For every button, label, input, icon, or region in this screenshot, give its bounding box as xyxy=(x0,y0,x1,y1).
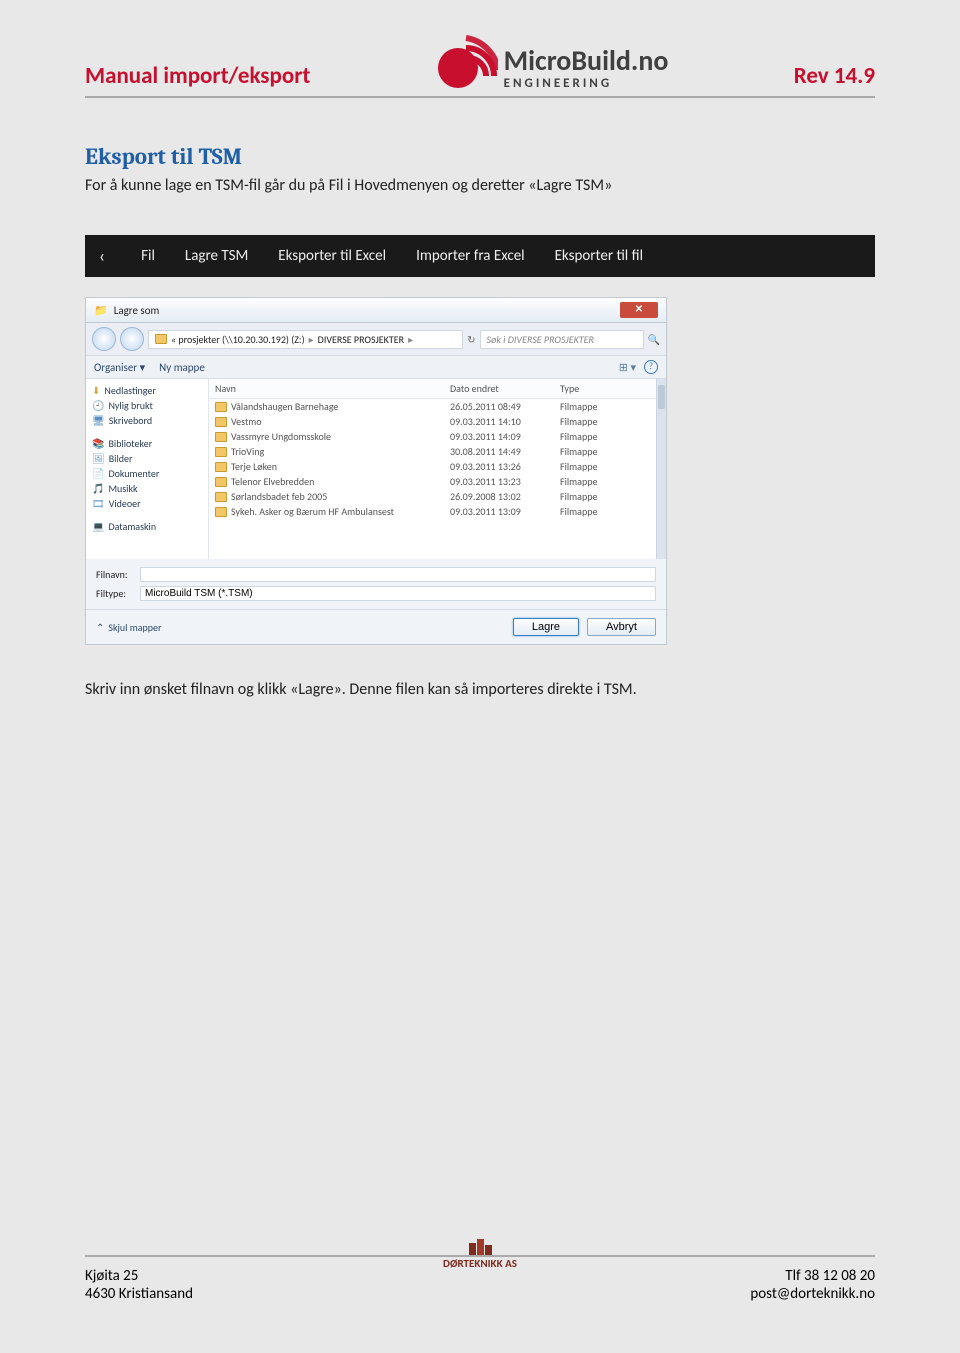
sidebar-item[interactable]: 💻Datamaskin xyxy=(92,519,202,534)
sidebar-item[interactable]: 🕘Nylig brukt xyxy=(92,398,202,413)
table-row[interactable]: Terje Løken09.03.2011 13:26Filmappe xyxy=(209,459,656,474)
footer-logo-text: DØRTEKNIKK AS xyxy=(443,1257,517,1270)
doc-title: Manual import/eksport xyxy=(85,62,310,90)
footer-phone: Tlf 38 12 08 20 xyxy=(517,1267,875,1285)
instruction-text: Skriv inn ønsket filnavn og klikk «Lagre… xyxy=(85,680,875,699)
page-header: Manual import/eksport MicroBuild.no ENGI… xyxy=(85,30,875,98)
filetype-select[interactable] xyxy=(140,586,656,601)
footer-address-1: Kjøita 25 xyxy=(85,1267,443,1285)
save-button[interactable]: Lagre xyxy=(513,618,579,636)
footer-email: post@dorteknikk.no xyxy=(517,1285,875,1303)
search-icon: 🔍 xyxy=(648,333,660,346)
table-row[interactable]: Sykeh. Asker og Bærum HF Ambulansest09.0… xyxy=(209,504,656,519)
breadcrumb[interactable]: « prosjekter (\\10.20.30.192) (Z:) ▸ DIV… xyxy=(148,330,463,349)
folder-icon xyxy=(215,432,227,442)
folder-icon: 📁 xyxy=(94,304,108,317)
folder-icon xyxy=(155,334,167,344)
menubar-caret-icon: ‹ xyxy=(99,245,105,267)
filetype-label: Filtype: xyxy=(96,587,140,600)
dorteknikk-logo-icon xyxy=(465,1237,495,1257)
logo-sub-text: ENGINEERING xyxy=(504,77,669,90)
folder-icon xyxy=(215,507,227,517)
folder-icon xyxy=(215,402,227,412)
sidebar: ⬇Nedlastinger 🕘Nylig brukt 🖥Skrivebord 📚… xyxy=(86,379,209,559)
folder-icon xyxy=(215,417,227,427)
chevron-up-icon: ⌃ xyxy=(96,621,104,634)
hide-folders-link[interactable]: ⌃ Skjul mapper xyxy=(96,621,161,634)
cancel-button[interactable]: Avbryt xyxy=(587,618,656,636)
folder-icon xyxy=(215,447,227,457)
section-intro: For å kunne lage en TSM-fil går du på Fi… xyxy=(85,176,875,195)
section-title: Eksport til TSM xyxy=(85,143,875,170)
microbuild-logo-icon xyxy=(436,30,498,90)
page-footer: Kjøita 25 4630 Kristiansand DØRTEKNIKK A… xyxy=(85,1255,875,1303)
dialog-body: ⬇Nedlastinger 🕘Nylig brukt 🖥Skrivebord 📚… xyxy=(86,379,666,559)
nav-back-button[interactable] xyxy=(92,327,116,351)
footer-logo: DØRTEKNIKK AS xyxy=(443,1237,517,1270)
close-button[interactable]: ✕ xyxy=(620,302,658,318)
footer-address-2: 4630 Kristiansand xyxy=(85,1285,443,1303)
scrollbar[interactable] xyxy=(656,379,666,559)
dialog-titlebar: 📁 Lagre som ✕ xyxy=(86,298,666,323)
filename-fields: Filnavn: Filtype: xyxy=(86,559,666,609)
dialog-title: Lagre som xyxy=(114,304,160,317)
sidebar-item[interactable]: 🖥Skrivebord xyxy=(92,413,202,428)
folder-icon xyxy=(215,492,227,502)
view-options-icon[interactable]: ⊞ ▾ xyxy=(619,361,636,374)
refresh-icon[interactable]: ↻ xyxy=(467,333,475,346)
folder-icon xyxy=(215,477,227,487)
chevron-right-icon: ▸ xyxy=(309,333,314,346)
app-menubar: ‹ Fil Lagre TSM Eksporter til Excel Impo… xyxy=(85,235,875,277)
folder-icon xyxy=(215,462,227,472)
file-list-header: Navn Dato endret Type xyxy=(209,379,656,399)
menu-eksporter-excel[interactable]: Eksporter til Excel xyxy=(278,247,386,265)
sidebar-item[interactable]: 🎵Musikk xyxy=(92,481,202,496)
nav-forward-button[interactable] xyxy=(120,327,144,351)
dialog-footer: ⌃ Skjul mapper Lagre Avbryt xyxy=(86,609,666,644)
table-row[interactable]: Vestmo09.03.2011 14:10Filmappe xyxy=(209,414,656,429)
menu-lagre-tsm[interactable]: Lagre TSM xyxy=(185,247,248,265)
col-date[interactable]: Dato endret xyxy=(450,382,560,395)
breadcrumb-1: DIVERSE PROSJEKTER xyxy=(318,333,404,346)
dialog-nav: « prosjekter (\\10.20.30.192) (Z:) ▸ DIV… xyxy=(86,323,666,356)
menu-eksporter-fil[interactable]: Eksporter til fil xyxy=(555,247,643,265)
sidebar-item[interactable]: 🎞Videoer xyxy=(92,496,202,511)
sidebar-item[interactable]: ⬇Nedlastinger xyxy=(92,383,202,398)
table-row[interactable]: Telenor Elvebredden09.03.2011 13:23Filma… xyxy=(209,474,656,489)
menu-importer-excel[interactable]: Importer fra Excel xyxy=(416,247,525,265)
logo: MicroBuild.no ENGINEERING xyxy=(436,30,669,90)
save-dialog: 📁 Lagre som ✕ « prosjekter (\\10.20.30.1… xyxy=(85,297,667,645)
breadcrumb-0: « prosjekter (\\10.20.30.192) (Z:) xyxy=(171,333,305,346)
table-row[interactable]: TrioVing30.08.2011 14:49Filmappe xyxy=(209,444,656,459)
sidebar-item[interactable]: 🖼Bilder xyxy=(92,451,202,466)
table-row[interactable]: Vassmyre Ungdomsskole09.03.2011 14:09Fil… xyxy=(209,429,656,444)
col-type[interactable]: Type xyxy=(560,382,650,395)
organize-menu[interactable]: Organiser ▾ xyxy=(94,361,145,374)
table-row[interactable]: Sørlandsbadet feb 200526.09.2008 13:02Fi… xyxy=(209,489,656,504)
chevron-right-icon: ▸ xyxy=(408,333,413,346)
logo-main-text: MicroBuild.no xyxy=(504,47,669,75)
help-icon[interactable]: ? xyxy=(644,360,658,374)
table-row[interactable]: Vålandshaugen Barnehage26.05.2011 08:49F… xyxy=(209,399,656,414)
file-list: Navn Dato endret Type Vålandshaugen Barn… xyxy=(209,379,656,559)
sidebar-item[interactable]: 📚Biblioteker xyxy=(92,436,202,451)
doc-revision: Rev 14.9 xyxy=(794,62,875,90)
filename-label: Filnavn: xyxy=(96,568,140,581)
menu-fil[interactable]: Fil xyxy=(141,247,155,265)
col-name[interactable]: Navn xyxy=(215,382,450,395)
new-folder-button[interactable]: Ny mappe xyxy=(159,361,205,374)
search-input[interactable]: Søk i DIVERSE PROSJEKTER xyxy=(480,330,644,349)
filename-input[interactable] xyxy=(140,567,656,582)
dialog-toolbar: Organiser ▾ Ny mappe ⊞ ▾ ? xyxy=(86,356,666,379)
sidebar-item[interactable]: 📄Dokumenter xyxy=(92,466,202,481)
